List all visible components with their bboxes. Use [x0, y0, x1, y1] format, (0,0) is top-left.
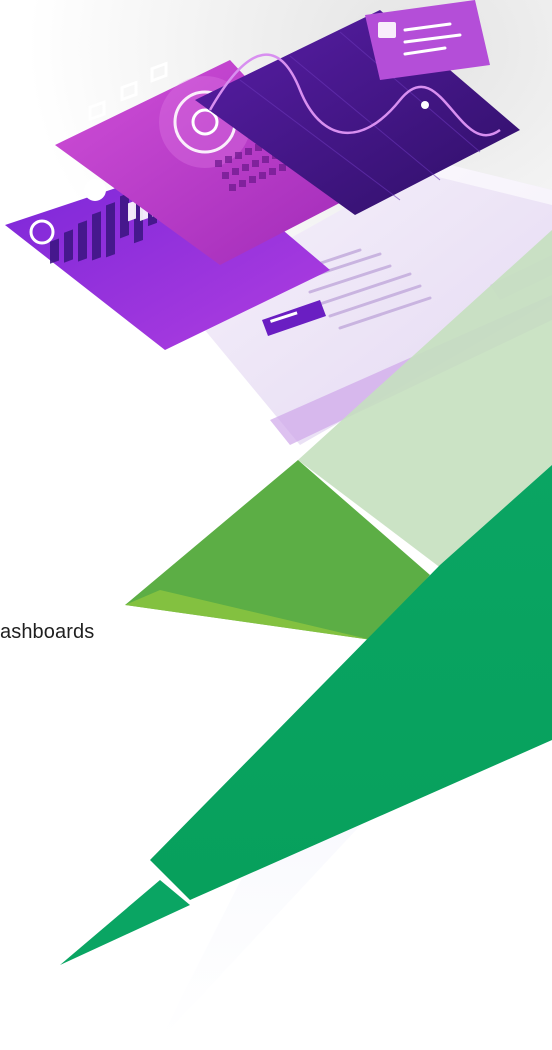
caption-text: ashboards	[0, 621, 95, 643]
dashboard-illustration	[0, 0, 552, 1040]
